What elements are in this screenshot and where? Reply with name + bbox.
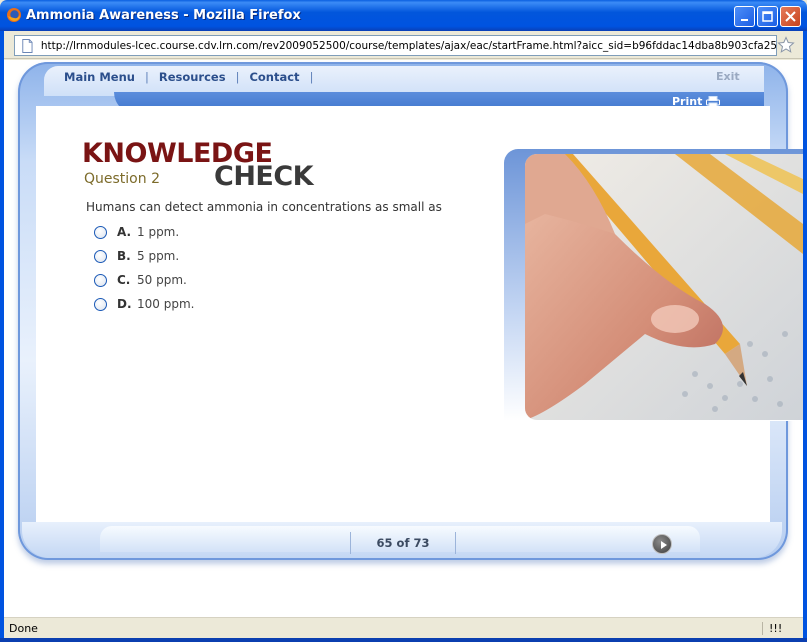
- play-icon: [661, 541, 667, 549]
- window-titlebar: Ammonia Awareness - Mozilla Firefox: [0, 0, 807, 31]
- page-content: Main Menu | Resources | Contact | Exit P…: [4, 60, 803, 617]
- nav-contact[interactable]: Contact: [249, 70, 299, 84]
- maximize-icon: [762, 11, 773, 22]
- radio-button[interactable]: [94, 273, 107, 287]
- url-field[interactable]: http://lrnmodules-lcec.course.cdv.lrn.co…: [14, 35, 777, 56]
- answer-option-b[interactable]: B. 5 ppm.: [94, 244, 194, 268]
- status-indicator: !!!: [762, 622, 782, 635]
- check-heading: CHECK: [214, 161, 314, 192]
- minimize-button[interactable]: [734, 6, 755, 27]
- radio-button[interactable]: [94, 225, 107, 239]
- option-text: 50 ppm.: [137, 273, 187, 287]
- window-frame-right: [803, 31, 807, 642]
- exit-link[interactable]: Exit: [716, 70, 740, 83]
- close-button[interactable]: [780, 6, 801, 27]
- address-bar: http://lrnmodules-lcec.course.cdv.lrn.co…: [4, 31, 803, 59]
- close-icon: [785, 11, 796, 22]
- question-text: Humans can detect ammonia in concentrati…: [86, 200, 442, 214]
- window-frame-bottom: [0, 638, 807, 642]
- nav-separator: |: [144, 70, 149, 84]
- option-letter: A.: [117, 225, 132, 239]
- page-counter: 65 of 73: [350, 532, 456, 554]
- main-nav: Main Menu | Resources | Contact |: [64, 70, 323, 84]
- answer-option-a[interactable]: A. 1 ppm.: [94, 220, 194, 244]
- nav-separator: |: [309, 70, 314, 84]
- status-text: Done: [9, 622, 38, 635]
- next-button[interactable]: [652, 534, 672, 554]
- answer-option-d[interactable]: D. 100 ppm.: [94, 292, 194, 316]
- window-title: Ammonia Awareness - Mozilla Firefox: [26, 8, 301, 23]
- answer-option-c[interactable]: C. 50 ppm.: [94, 268, 194, 292]
- option-letter: C.: [117, 273, 131, 287]
- bookmark-star-icon[interactable]: [777, 36, 795, 54]
- radio-button[interactable]: [94, 249, 107, 263]
- nav-resources[interactable]: Resources: [159, 70, 226, 84]
- radio-button[interactable]: [94, 297, 107, 311]
- nav-separator: |: [235, 70, 240, 84]
- question-number: Question 2: [84, 171, 160, 187]
- pencil-test-photo: [525, 154, 803, 420]
- maximize-button[interactable]: [757, 6, 778, 27]
- option-text: 1 ppm.: [137, 225, 180, 239]
- page-icon: [22, 38, 33, 53]
- minimize-icon: [740, 18, 748, 21]
- status-bar: Done !!!: [4, 617, 803, 638]
- url-text: http://lrnmodules-lcec.course.cdv.lrn.co…: [40, 39, 776, 52]
- firefox-icon: [7, 8, 21, 22]
- answer-options: A. 1 ppm. B. 5 ppm. C. 50 ppm. D. 100 pp…: [94, 220, 194, 316]
- option-letter: D.: [117, 297, 132, 311]
- nav-main-menu[interactable]: Main Menu: [64, 70, 135, 84]
- option-text: 5 ppm.: [137, 249, 180, 263]
- option-text: 100 ppm.: [137, 297, 195, 311]
- option-letter: B.: [117, 249, 131, 263]
